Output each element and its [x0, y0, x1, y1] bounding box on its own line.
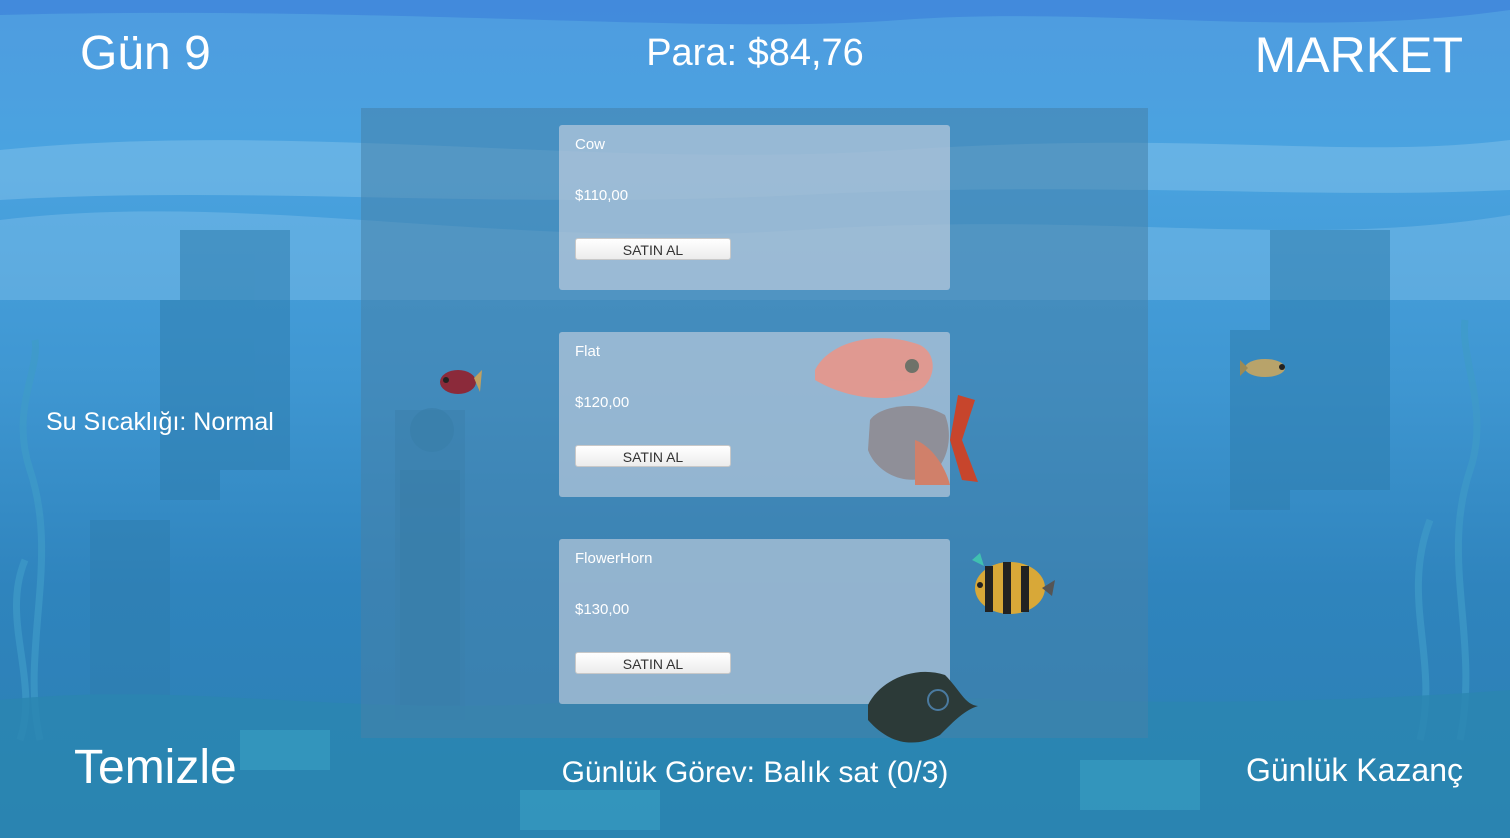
- grey-fish-sprite[interactable]: [868, 395, 978, 485]
- striped-fish-sprite[interactable]: [972, 553, 1055, 614]
- red-fish-sprite[interactable]: [440, 370, 482, 394]
- fish-layer: [440, 338, 1285, 743]
- small-yellow-fish-sprite[interactable]: [1240, 359, 1285, 377]
- pink-fish-sprite[interactable]: [815, 338, 933, 399]
- dark-manta-fish-sprite[interactable]: [868, 671, 978, 743]
